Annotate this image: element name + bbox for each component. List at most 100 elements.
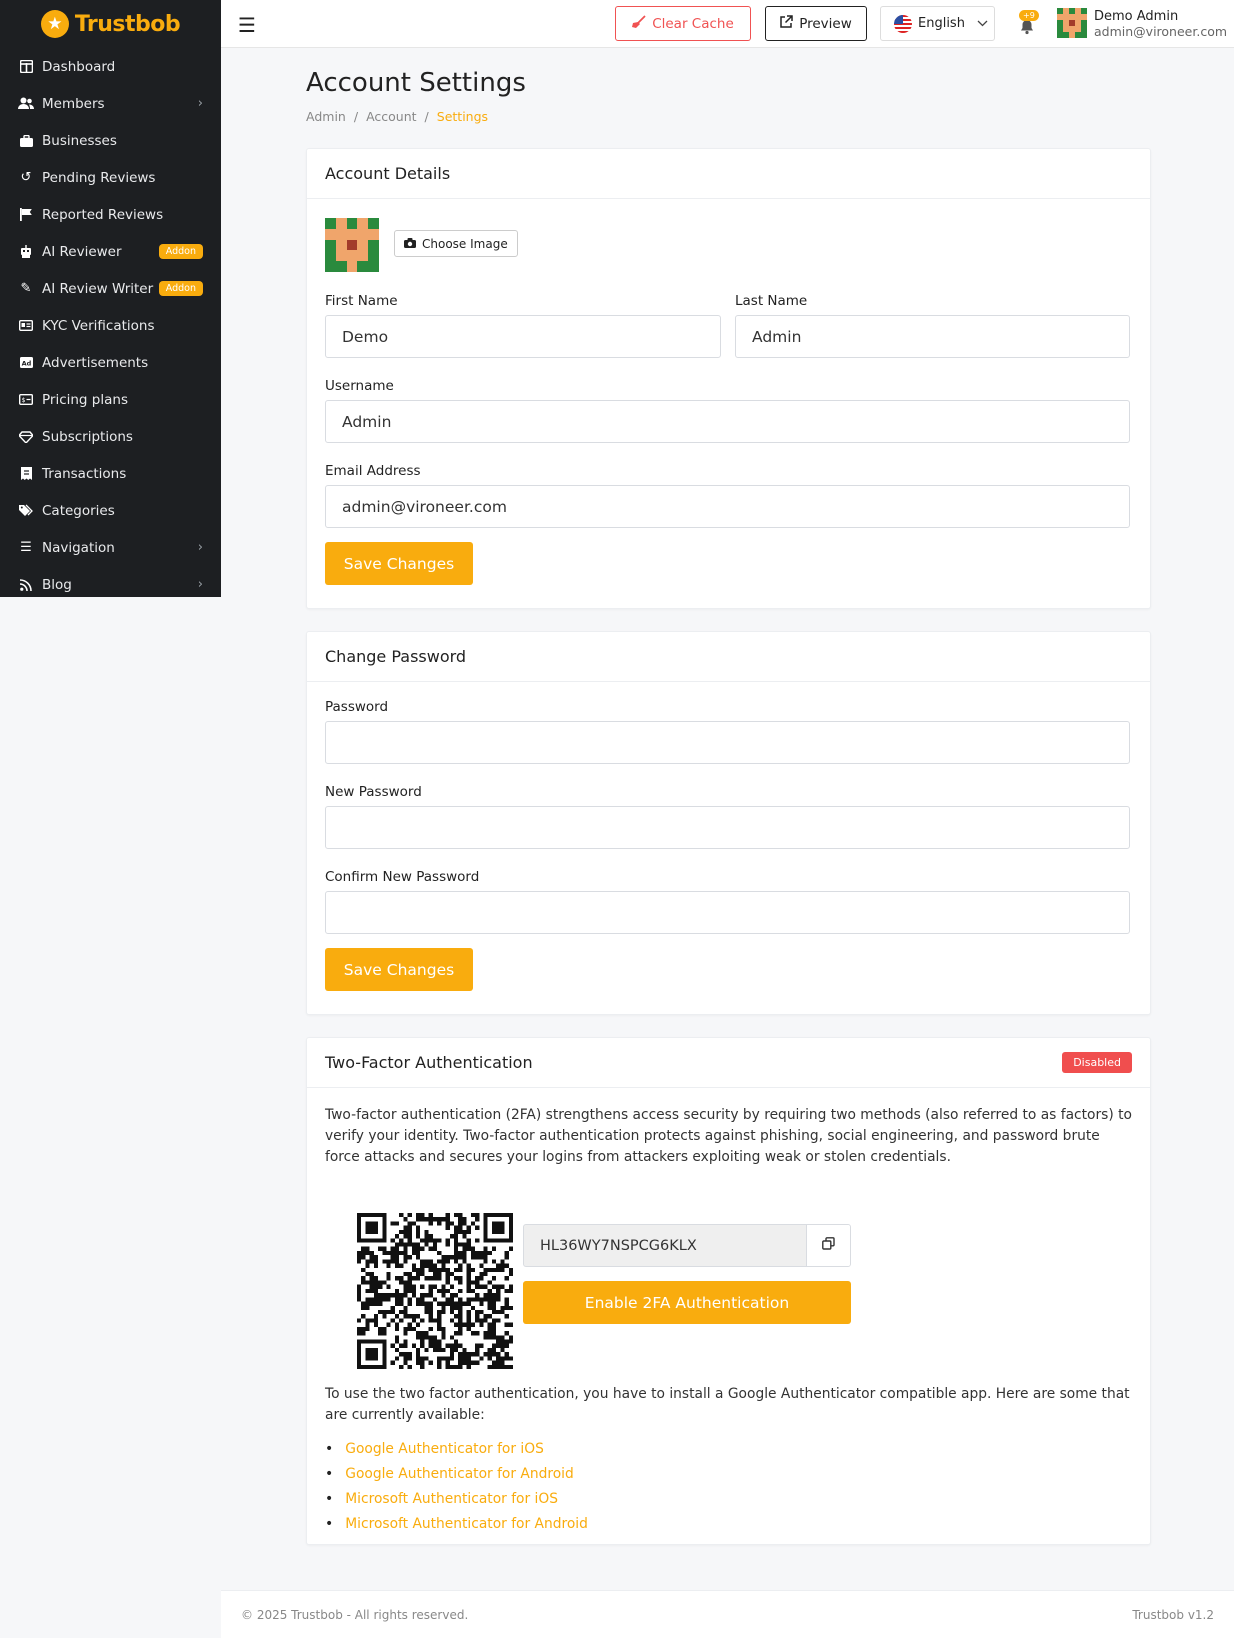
sidebar-item-label: Reported Reviews <box>42 206 164 223</box>
sidebar-item-pricing-plans[interactable]: $ Pricing plans <box>0 381 221 418</box>
user-name[interactable]: Demo Admin <box>1094 9 1178 24</box>
brand-name: Trustbob <box>74 11 181 37</box>
version: Trustbob v1.2 <box>1132 1607 1214 1622</box>
hamburger-menu-icon[interactable]: ☰ <box>238 13 256 37</box>
copy-icon <box>822 1237 835 1254</box>
breadcrumb-admin[interactable]: Admin <box>306 109 346 124</box>
clear-cache-label: Clear Cache <box>652 15 734 32</box>
notification-count: +9 <box>1019 10 1039 21</box>
tags-icon <box>18 503 34 519</box>
clear-cache-button[interactable]: Clear Cache <box>615 6 751 41</box>
username-input[interactable]: Admin <box>325 400 1130 443</box>
page-title: Account Settings <box>306 68 526 98</box>
footer: © 2025 Trustbob - All rights reserved. T… <box>221 1590 1234 1638</box>
card-title: Change Password <box>307 632 1150 682</box>
id-card-icon <box>18 318 34 334</box>
username-label: Username <box>325 378 394 394</box>
twofa-description: Two-factor authentication (2FA) strength… <box>325 1107 1132 1165</box>
topbar: ☰ Clear Cache Preview English +9 Demo Ad… <box>221 0 1234 48</box>
copyright: © 2025 Trustbob - All rights reserved. <box>241 1607 469 1622</box>
star-logo-icon: ★ <box>40 10 69 38</box>
pen-icon: ✎ <box>20 281 32 296</box>
confirm-password-input[interactable] <box>325 891 1130 934</box>
sidebar-item-label: Blog <box>42 576 72 593</box>
sidebar-item-label: Pricing plans <box>42 391 128 408</box>
sidebar-item-navigation[interactable]: ☰ Navigation › <box>0 529 221 566</box>
card-title: Account Details <box>307 149 1150 199</box>
users-icon <box>18 96 34 112</box>
copy-button[interactable] <box>806 1225 850 1266</box>
sidebar-item-advertisements[interactable]: Ad Advertisements <box>0 344 221 381</box>
sidebar-item-businesses[interactable]: Businesses <box>0 122 221 159</box>
ad-icon: Ad <box>18 355 34 371</box>
notifications-button[interactable]: +9 <box>1015 10 1041 36</box>
secret-key-field[interactable]: HL36WY7NSPCG6KLX <box>523 1224 851 1267</box>
save-account-button[interactable]: Save Changes <box>325 542 473 585</box>
list-item: Google Authenticator for Android <box>325 1461 588 1486</box>
email-input[interactable]: admin@vironeer.com <box>325 485 1130 528</box>
last-name-label: Last Name <box>735 293 808 309</box>
sidebar-item-reported-reviews[interactable]: Reported Reviews <box>0 196 221 233</box>
list-item: Google Authenticator for iOS <box>325 1436 588 1461</box>
sidebar-item-label: Pending Reviews <box>42 169 156 186</box>
choose-image-button[interactable]: Choose Image <box>394 230 518 257</box>
receipt-icon <box>18 466 34 482</box>
sidebar-item-members[interactable]: Members › <box>0 85 221 122</box>
app-link-microsoft-ios[interactable]: Microsoft Authenticator for iOS <box>345 1491 558 1507</box>
sidebar-item-pending-reviews[interactable]: ↺ Pending Reviews <box>0 159 221 196</box>
brand[interactable]: ★ Trustbob <box>0 0 221 48</box>
preview-label: Preview <box>799 15 852 32</box>
broom-icon <box>632 14 646 33</box>
breadcrumb: Admin / Account / Settings <box>306 109 488 124</box>
language-select[interactable]: English <box>880 6 995 41</box>
card-title: Two-Factor Authentication <box>325 1053 533 1072</box>
preview-button[interactable]: Preview <box>765 6 867 41</box>
sidebar-item-ai-review-writer[interactable]: ✎ AI Review Writer Addon <box>0 270 221 307</box>
sidebar-item-subscriptions[interactable]: Subscriptions <box>0 418 221 455</box>
app-link-google-ios[interactable]: Google Authenticator for iOS <box>345 1441 544 1457</box>
sidebar-item-label: Navigation <box>42 539 115 556</box>
breadcrumb-separator: / <box>424 109 429 124</box>
enable-2fa-button[interactable]: Enable 2FA Authentication <box>523 1281 851 1324</box>
apps-list: Google Authenticator for iOS Google Auth… <box>325 1436 588 1536</box>
breadcrumb-separator: / <box>353 109 359 124</box>
language-label: English <box>918 16 965 31</box>
money-icon: $ <box>18 392 34 408</box>
apps-intro: To use the two factor authentication, yo… <box>325 1386 1130 1423</box>
sidebar-item-label: Members <box>42 95 105 112</box>
sidebar-item-kyc-verifications[interactable]: KYC Verifications <box>0 307 221 344</box>
save-password-button[interactable]: Save Changes <box>325 948 473 991</box>
avatar[interactable] <box>1057 8 1087 38</box>
new-password-input[interactable] <box>325 806 1130 849</box>
two-factor-card: Two-Factor Authentication Disabled Two-f… <box>306 1037 1151 1545</box>
password-input[interactable] <box>325 721 1130 764</box>
sidebar-item-label: KYC Verifications <box>42 317 155 334</box>
sidebar-item-ai-reviewer[interactable]: AI Reviewer Addon <box>0 233 221 270</box>
status-badge: Disabled <box>1062 1052 1132 1073</box>
addon-badge: Addon <box>158 281 203 296</box>
briefcase-icon <box>18 133 34 149</box>
last-name-input[interactable]: Admin <box>735 315 1130 358</box>
secret-key-value: HL36WY7NSPCG6KLX <box>540 1237 697 1254</box>
sidebar-item-label: Advertisements <box>42 354 149 371</box>
first-name-label: First Name <box>325 293 398 309</box>
app-link-google-android[interactable]: Google Authenticator for Android <box>345 1466 574 1482</box>
sidebar-item-transactions[interactable]: Transactions <box>0 455 221 492</box>
first-name-input[interactable]: Demo <box>325 315 721 358</box>
us-flag-icon <box>894 14 912 33</box>
list-item: Microsoft Authenticator for iOS <box>325 1486 588 1511</box>
qr-code <box>357 1213 513 1369</box>
breadcrumb-account[interactable]: Account <box>366 109 416 124</box>
qr-code-image <box>357 1213 513 1369</box>
chevron-right-icon: › <box>197 540 203 555</box>
sidebar-item-label: AI Reviewer <box>42 243 122 260</box>
email-label: Email Address <box>325 463 421 479</box>
sidebar-nav: Dashboard Members › Businesses ↺ Pending… <box>0 48 221 597</box>
sidebar-item-label: Businesses <box>42 132 117 149</box>
sidebar-item-dashboard[interactable]: Dashboard <box>0 48 221 85</box>
history-icon: ↺ <box>20 170 32 185</box>
sidebar-item-blog[interactable]: Blog › <box>0 566 221 597</box>
app-link-microsoft-android[interactable]: Microsoft Authenticator for Android <box>345 1516 588 1532</box>
sidebar-item-categories[interactable]: Categories <box>0 492 221 529</box>
sidebar-item-label: AI Review Writer <box>42 280 154 297</box>
